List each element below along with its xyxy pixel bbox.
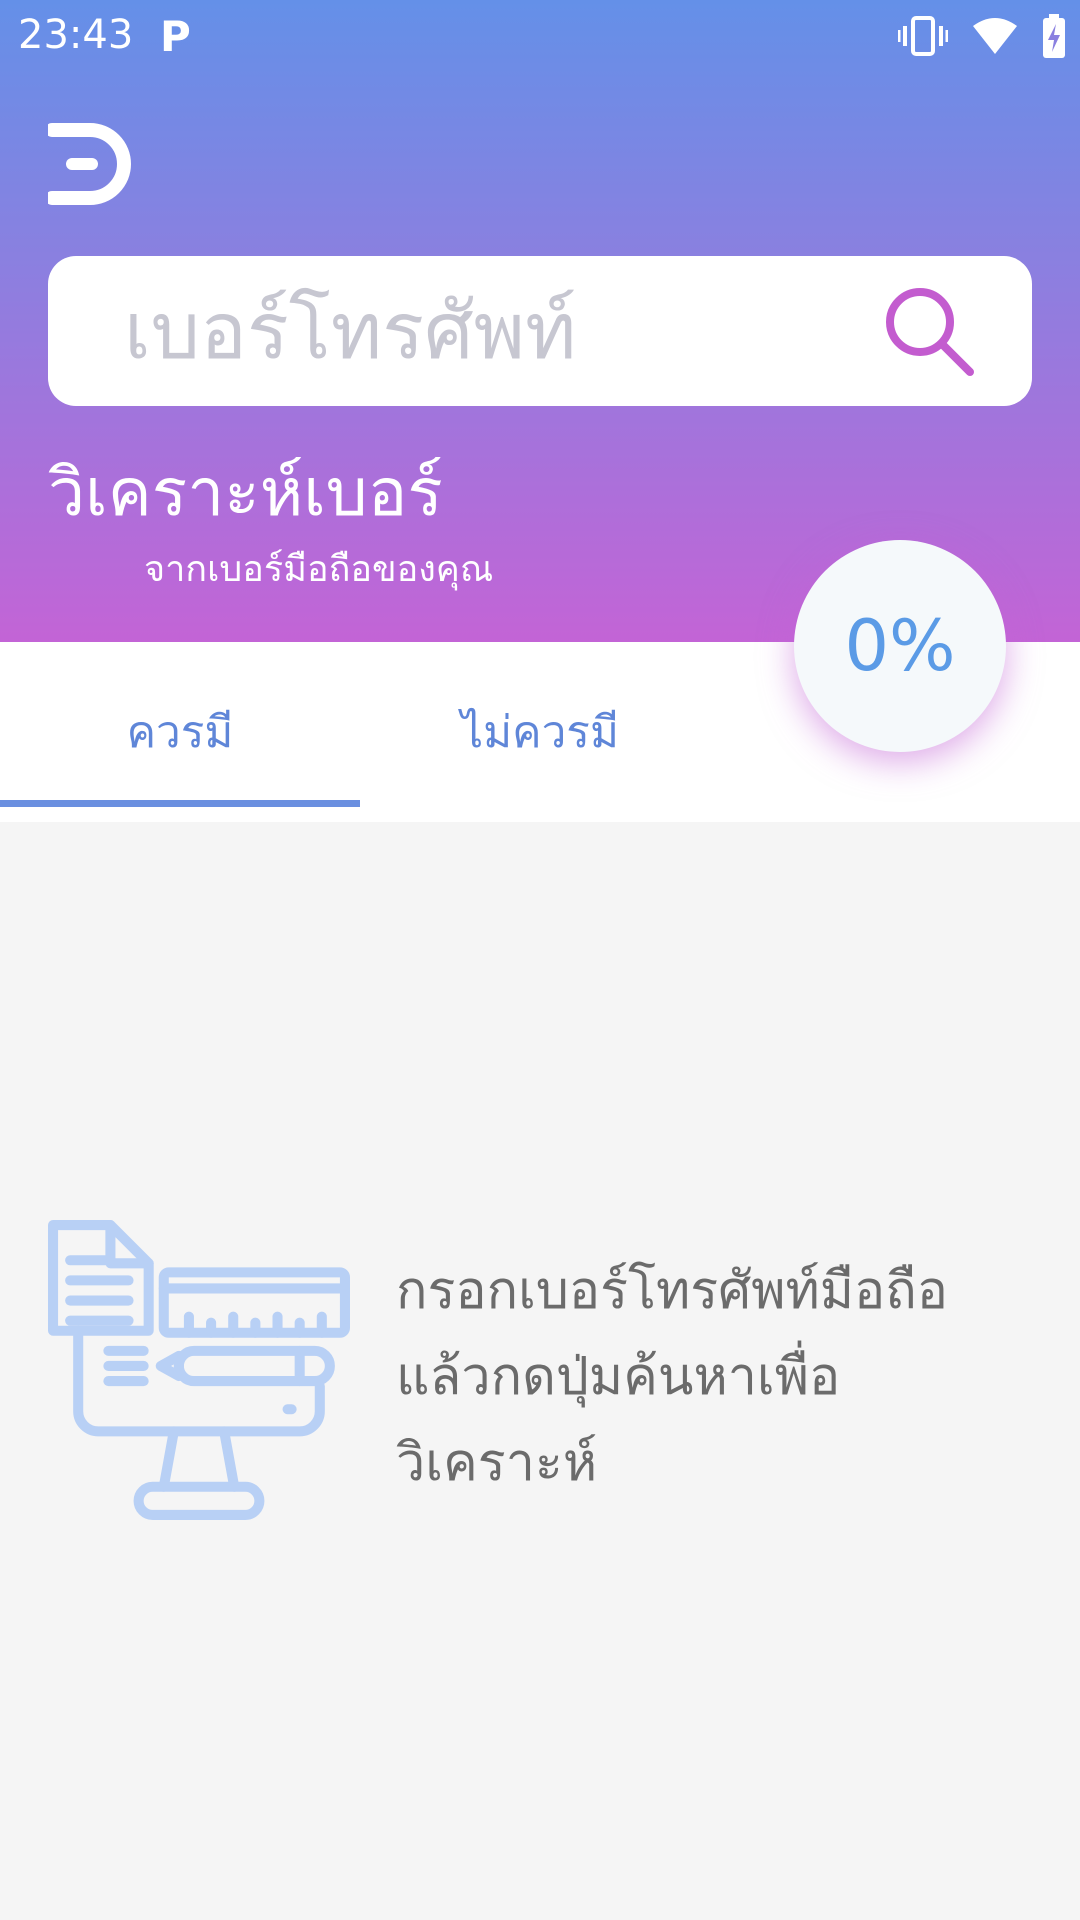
score-value: 0% <box>844 605 956 687</box>
document-computer-illustration-icon <box>48 1220 350 1520</box>
tab-indicator <box>0 800 360 807</box>
page-title: วิเคราะห์เบอร์ <box>48 454 443 531</box>
vibrate-icon <box>898 16 948 56</box>
empty-state-message: กรอกเบอร์โทรศัพท์มือถือแล้วกดปุ่มค้นหาเพ… <box>396 1261 948 1493</box>
score-circle: 0% <box>794 540 1006 752</box>
tab-should-not-have-label: ไม่ควรมี <box>461 707 619 758</box>
wifi-icon <box>973 18 1017 54</box>
status-bar: 23:43 P <box>0 0 1080 74</box>
phone-number-input[interactable] <box>122 256 846 408</box>
status-time: 23:43 <box>18 12 134 58</box>
app-logo <box>48 123 131 205</box>
tab-should-not-have[interactable]: ไม่ควรมี <box>360 642 720 822</box>
tab-should-have-label: ควรมี <box>126 707 234 758</box>
tab-should-have[interactable]: ควรมี <box>0 642 360 822</box>
page-subtitle: จากเบอร์มือถือของคุณ <box>144 549 494 590</box>
search-box <box>48 256 1032 408</box>
p-icon: P <box>160 12 191 61</box>
search-icon[interactable] <box>884 286 974 376</box>
status-icons <box>898 14 1066 58</box>
battery-charging-icon <box>1043 14 1065 58</box>
